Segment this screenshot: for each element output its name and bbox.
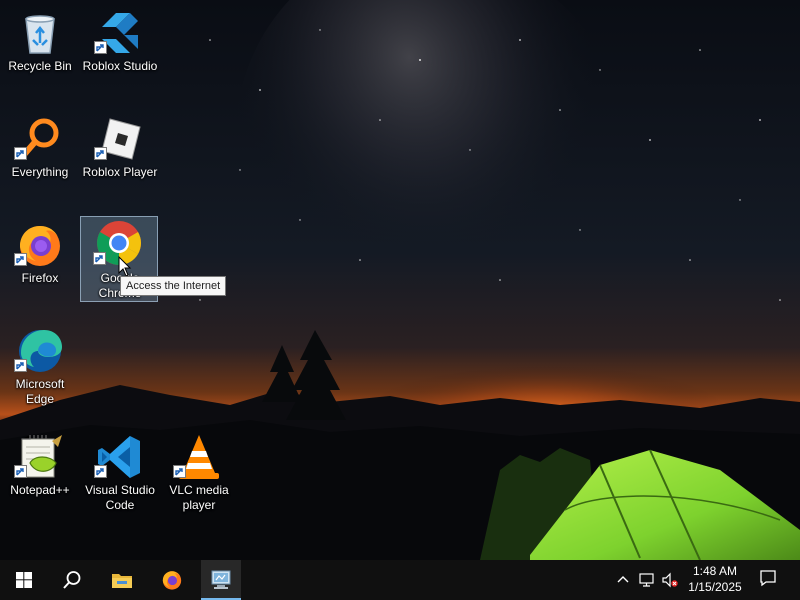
action-center-button[interactable] — [752, 560, 784, 600]
shortcut-arrow-icon — [14, 147, 27, 160]
file-explorer-icon — [111, 571, 133, 589]
desktop-icon-label: Everything — [11, 165, 69, 179]
desktop-icon-label: VLC media player — [169, 483, 229, 512]
taskbar-firefox[interactable] — [152, 560, 192, 600]
desktop-icon-roblox-studio[interactable]: Roblox Studio — [81, 3, 159, 89]
desktop-icon-label: Recycle Bin — [8, 59, 72, 73]
mouse-cursor-icon — [118, 255, 132, 278]
start-button[interactable] — [4, 560, 44, 600]
recycle-bin-icon — [16, 9, 64, 57]
clock-date: 1/15/2025 — [688, 580, 742, 594]
desktop-icon-notepad-plus-plus[interactable]: Notepad++ — [1, 427, 79, 513]
shortcut-arrow-icon — [94, 465, 107, 478]
taskbar: 1:48 AM 1/15/2025 — [0, 560, 800, 600]
volume-muted-icon[interactable] — [662, 572, 678, 588]
shortcut-arrow-icon — [94, 147, 107, 160]
control-panel-icon — [210, 570, 232, 590]
shortcut-arrow-icon — [173, 465, 186, 478]
firefox-icon — [161, 569, 183, 591]
search-icon — [62, 570, 82, 590]
clock-time: 1:48 AM — [692, 564, 738, 578]
shortcut-arrow-icon — [94, 41, 107, 54]
desktop-icon-microsoft-edge[interactable]: Microsoft Edge — [1, 321, 79, 407]
desktop-icon-everything[interactable]: Everything — [1, 109, 79, 195]
desktop-icon-label: Roblox Player — [82, 165, 158, 179]
desktop-icon-label: Notepad++ — [10, 483, 70, 497]
shortcut-arrow-icon — [14, 253, 27, 266]
chevron-up-icon[interactable] — [615, 572, 631, 588]
desktop-icon-label: Roblox Studio — [82, 59, 158, 73]
taskbar-clock[interactable]: 1:48 AM 1/15/2025 — [680, 563, 750, 597]
taskbar-file-explorer[interactable] — [102, 560, 142, 600]
taskbar-control-panel[interactable] — [201, 560, 241, 600]
network-icon[interactable] — [639, 572, 655, 588]
desktop-icon-label: Microsoft Edge — [15, 377, 65, 406]
desktop-icon-label: Firefox — [21, 271, 59, 285]
shortcut-arrow-icon — [93, 252, 106, 265]
desktop-icon-firefox[interactable]: Firefox — [1, 215, 79, 301]
desktop-icon-recycle-bin[interactable]: Recycle Bin — [1, 3, 79, 89]
shortcut-arrow-icon — [14, 465, 27, 478]
desktop-icon-roblox-player[interactable]: Roblox Player — [81, 109, 159, 195]
shortcut-arrow-icon — [14, 359, 27, 372]
desktop-icon-visual-studio-code[interactable]: Visual Studio Code — [81, 427, 159, 513]
desktop-icon-label: Visual Studio Code — [85, 483, 155, 512]
desktop-icon-vlc[interactable]: VLC media player — [160, 427, 238, 513]
action-center-icon — [759, 569, 777, 592]
windows-start-icon — [16, 572, 32, 588]
tooltip: Access the Internet — [120, 276, 227, 296]
search-button[interactable] — [52, 560, 92, 600]
